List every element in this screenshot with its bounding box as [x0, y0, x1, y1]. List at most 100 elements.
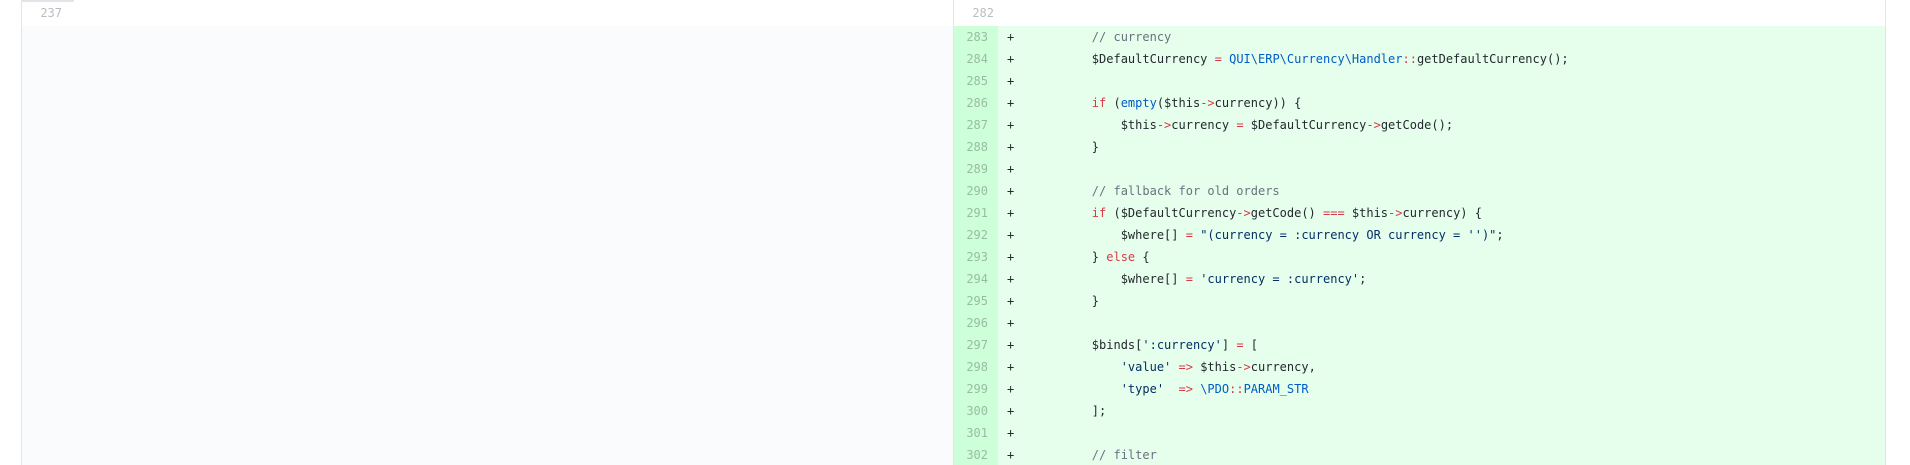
- addition-marker: +: [1007, 404, 1015, 418]
- addition-marker: +: [1007, 360, 1015, 374]
- code-token: else: [1106, 250, 1136, 264]
- line-number[interactable]: 284: [954, 48, 998, 70]
- addition-marker: +: [1007, 272, 1015, 286]
- line-number[interactable]: 285: [954, 70, 998, 92]
- code-token: (: [1106, 96, 1121, 110]
- code-text: // fallback for old orders: [1034, 180, 1280, 202]
- line-number[interactable]: 288: [954, 136, 998, 158]
- line-number[interactable]: 297: [954, 334, 998, 356]
- code-token: ;: [1359, 272, 1367, 286]
- code-token: $where[]: [1034, 272, 1186, 286]
- line-number[interactable]: 299: [954, 378, 998, 400]
- code-token: currency: [1171, 118, 1237, 132]
- added-line: 284 + $DefaultCurrency = QUI\ERP\Currency…: [954, 48, 1885, 70]
- added-line: 299 + 'type' => \PDO::PARAM_STR: [954, 378, 1885, 400]
- code-token: // fallback for old orders: [1034, 184, 1280, 198]
- added-line: 286 + if (empty($this->currency)) {: [954, 92, 1885, 114]
- line-number[interactable]: 291: [954, 202, 998, 224]
- right-line-number[interactable]: 282: [954, 6, 994, 20]
- added-line: 289 +: [954, 158, 1885, 180]
- addition-marker: +: [1007, 206, 1015, 220]
- code-token: =: [1236, 118, 1244, 132]
- code-token: =>: [1178, 382, 1193, 396]
- addition-marker: +: [1007, 118, 1015, 132]
- line-number[interactable]: 301: [954, 422, 998, 444]
- added-line: 283 + // currency: [954, 26, 1885, 48]
- added-line: 297 + $binds[':currency'] = [: [954, 334, 1885, 356]
- addition-marker: +: [1007, 162, 1015, 176]
- code-token: ':currency': [1142, 338, 1222, 352]
- code-token: ($this: [1156, 96, 1201, 110]
- added-line: 288 + }: [954, 136, 1885, 158]
- code-token: ($DefaultCurrency: [1106, 206, 1237, 220]
- line-number[interactable]: 298: [954, 356, 998, 378]
- addition-marker: +: [1007, 426, 1015, 440]
- addition-marker: +: [1007, 140, 1015, 154]
- addition-marker: +: [1007, 316, 1015, 330]
- addition-marker: +: [1007, 382, 1015, 396]
- left-empty-pane: [22, 26, 953, 465]
- added-line: 294 + $where[] = 'currency = :currency';: [954, 268, 1885, 290]
- hunk-expander-tab[interactable]: [22, 0, 74, 2]
- code-text: } else {: [1034, 246, 1150, 268]
- addition-marker: +: [1007, 30, 1015, 44]
- code-text: $this->currency = $DefaultCurrency->getC…: [1034, 114, 1453, 136]
- code-token: =: [1185, 272, 1193, 286]
- line-number[interactable]: 289: [954, 158, 998, 180]
- code-token: ]: [1221, 338, 1237, 352]
- line-number[interactable]: 300: [954, 400, 998, 422]
- split-diff-view: 237 282 283 + // currency 284 + $DefaultCur…: [21, 0, 1886, 465]
- code-token: [: [1243, 338, 1258, 352]
- line-number[interactable]: 283: [954, 26, 998, 48]
- code-token: ===: [1323, 206, 1345, 220]
- code-token: =>: [1178, 360, 1193, 374]
- code-token: ];: [1034, 404, 1107, 418]
- added-line: 302 + // filter: [954, 444, 1885, 465]
- code-token: $DefaultCurrency: [1243, 118, 1367, 132]
- added-line: 287 + $this->currency = $DefaultCurrency-…: [954, 114, 1885, 136]
- code-token: ->: [1200, 96, 1215, 110]
- code-token: }: [1034, 250, 1107, 264]
- code-token: =: [1185, 228, 1193, 242]
- code-text: if (empty($this->currency)) {: [1034, 92, 1302, 114]
- code-token: $where[]: [1034, 228, 1186, 242]
- addition-marker: +: [1007, 74, 1015, 88]
- addition-marker: +: [1007, 228, 1015, 242]
- added-line: 290 + // fallback for old orders: [954, 180, 1885, 202]
- code-text: $DefaultCurrency = QUI\ERP\Currency\Hand…: [1034, 48, 1569, 70]
- added-line: 298 + 'value' => $this->currency,: [954, 356, 1885, 378]
- code-token: }: [1034, 294, 1100, 308]
- added-line: 301 +: [954, 422, 1885, 444]
- added-line: 291 + if ($DefaultCurrency->getCode() ===…: [954, 202, 1885, 224]
- line-number[interactable]: 294: [954, 268, 998, 290]
- line-number[interactable]: 293: [954, 246, 998, 268]
- code-text: 'type' => \PDO::PARAM_STR: [1034, 378, 1309, 400]
- code-token: getCode(): [1250, 206, 1323, 220]
- code-token: getDefaultCurrency();: [1416, 52, 1569, 66]
- addition-marker: +: [1007, 184, 1015, 198]
- line-number[interactable]: 287: [954, 114, 998, 136]
- code-token: QUI\ERP\Currency\Handler: [1229, 52, 1403, 66]
- line-number[interactable]: 296: [954, 312, 998, 334]
- line-number[interactable]: 292: [954, 224, 998, 246]
- code-token: $DefaultCurrency: [1034, 52, 1215, 66]
- added-line: 292 + $where[] = "(currency = :currency O…: [954, 224, 1885, 246]
- code-token: $this: [1192, 360, 1237, 374]
- code-token: getCode();: [1380, 118, 1454, 132]
- code-token: ::: [1229, 382, 1244, 396]
- line-number[interactable]: 290: [954, 180, 998, 202]
- code-token: if: [1091, 206, 1107, 220]
- addition-marker: +: [1007, 52, 1015, 66]
- left-line-number[interactable]: 237: [22, 6, 62, 20]
- code-text: // currency: [1034, 26, 1171, 48]
- addition-marker: +: [1007, 338, 1015, 352]
- addition-marker: +: [1007, 96, 1015, 110]
- addition-marker: +: [1007, 448, 1015, 462]
- code-text: 'value' => $this->currency,: [1034, 356, 1316, 378]
- added-lines: 283 + // currency 284 + $DefaultCurrency = …: [954, 26, 1885, 465]
- code-token: if: [1091, 96, 1107, 110]
- line-number[interactable]: 302: [954, 444, 998, 465]
- line-number[interactable]: 286: [954, 92, 998, 114]
- line-number[interactable]: 295: [954, 290, 998, 312]
